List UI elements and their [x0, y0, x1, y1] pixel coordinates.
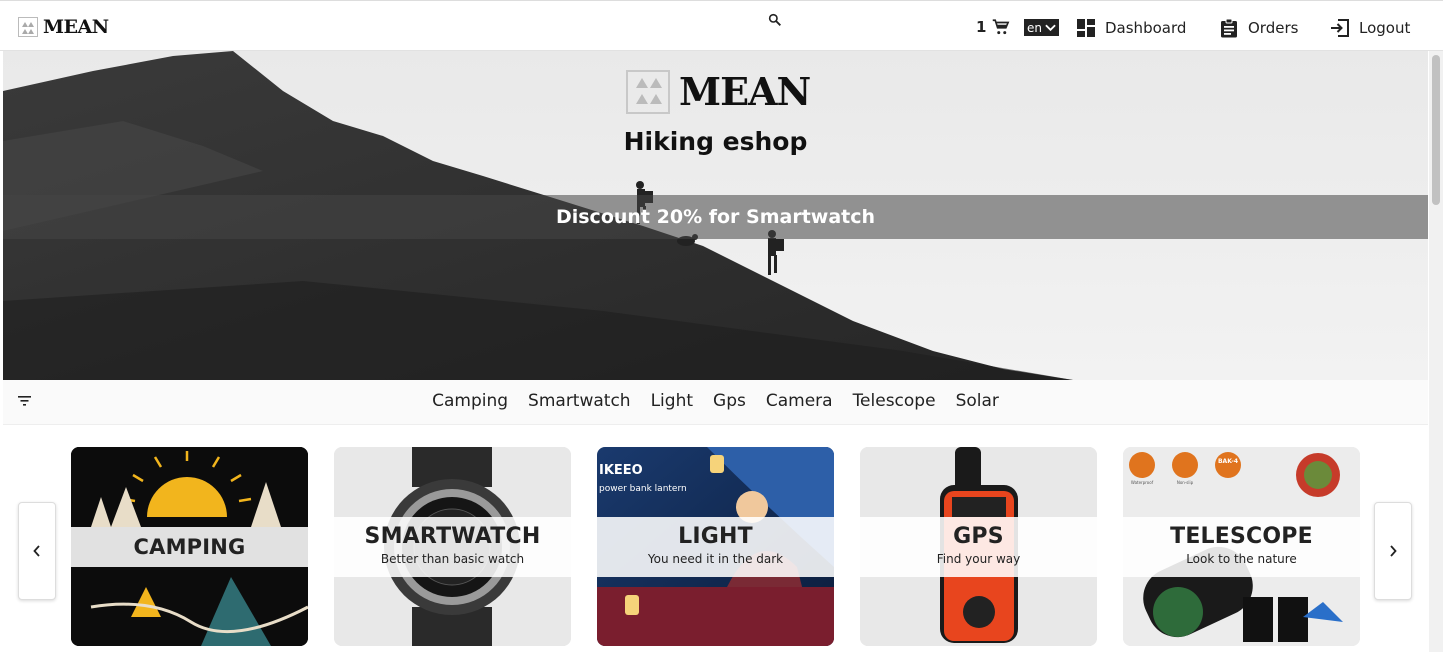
carousel-next-button[interactable] — [1374, 502, 1412, 600]
carousel-prev-button[interactable] — [18, 502, 56, 600]
scrollbar-thumb[interactable] — [1432, 55, 1440, 205]
language-value: en — [1027, 20, 1042, 35]
hero-brand-name: MEAN — [679, 69, 811, 114]
hero-subtitle: Hiking eshop — [623, 127, 808, 156]
category-card-smartwatch[interactable]: SMARTWATCH Better than basic watch — [334, 447, 571, 646]
orders-label: Orders — [1248, 19, 1299, 37]
card-title: LIGHT — [678, 524, 753, 549]
telescope-badge-text: BAK-4 — [1218, 458, 1238, 465]
card-description: Better than basic watch — [380, 552, 525, 566]
logo-icon — [626, 69, 670, 114]
logo-icon — [18, 17, 38, 37]
category-gps[interactable]: Gps — [713, 391, 746, 411]
card-title: TELESCOPE — [1170, 524, 1313, 549]
card-label: GPS Find your way — [860, 517, 1097, 577]
dashboard-label: Dashboard — [1105, 19, 1187, 37]
card-label: LIGHT You need it in the dark — [597, 517, 834, 577]
category-light[interactable]: Light — [651, 391, 693, 411]
card-label: SMARTWATCH Better than basic watch — [334, 517, 571, 577]
dashboard-icon — [1077, 19, 1095, 37]
category-card-light[interactable]: IKEEO power bank lantern LIGHT You need … — [597, 447, 834, 646]
category-solar[interactable]: Solar — [956, 391, 999, 411]
light-caption-text: power bank lantern — [599, 484, 687, 494]
card-description: Find your way — [936, 552, 1021, 566]
discount-banner[interactable]: Discount 20% for Smartwatch — [3, 195, 1428, 239]
search-icon[interactable] — [767, 12, 783, 28]
card-title: GPS — [953, 524, 1004, 549]
language-select[interactable]: en — [1024, 19, 1059, 36]
logout-icon — [1331, 19, 1349, 37]
brand-name: MEAN — [43, 16, 109, 38]
cart-button[interactable]: 1 — [976, 18, 1010, 36]
card-description: You need it in the dark — [647, 552, 784, 566]
card-title: SMARTWATCH — [364, 524, 541, 549]
orders-button[interactable]: Orders — [1219, 18, 1298, 38]
top-toolbar: MEAN 1 en Dashboard Orders Logout — [0, 0, 1443, 51]
card-label: TELESCOPE Look to the nature — [1123, 517, 1360, 577]
brand-logo[interactable]: MEAN — [18, 16, 109, 38]
cart-count: 1 — [976, 18, 987, 36]
category-camping[interactable]: Camping — [432, 391, 508, 411]
light-brand-text: IKEEO — [599, 463, 643, 478]
category-list: Camping Smartwatch Light Gps Camera Tele… — [3, 391, 1428, 411]
chevron-left-icon — [33, 545, 40, 557]
category-card-gps[interactable]: GPS Find your way — [860, 447, 1097, 646]
hero-banner: MEAN Hiking eshop Discount 20% for Smart… — [3, 51, 1428, 380]
dashboard-button[interactable]: Dashboard — [1076, 18, 1186, 38]
category-smartwatch[interactable]: Smartwatch — [528, 391, 631, 411]
card-label: CAMPING — [71, 527, 308, 567]
discount-text: Discount 20% for Smartwatch — [555, 206, 876, 228]
logout-label: Logout — [1359, 19, 1411, 37]
telescope-badge-text: Waterproof — [1131, 480, 1154, 485]
chevron-right-icon — [1390, 545, 1397, 557]
orders-icon — [1221, 18, 1237, 38]
category-bar: Camping Smartwatch Light Gps Camera Tele… — [3, 380, 1428, 425]
category-card-camping[interactable]: CAMPING — [71, 447, 308, 646]
hero-logo: MEAN — [626, 69, 811, 114]
card-title: CAMPING — [133, 535, 246, 559]
card-description: Look to the nature — [1186, 552, 1297, 566]
cart-icon — [993, 19, 1010, 35]
logout-button[interactable]: Logout — [1330, 18, 1410, 38]
chevron-down-icon — [1045, 24, 1056, 31]
category-telescope[interactable]: Telescope — [853, 391, 936, 411]
category-card-telescope[interactable]: BAK-4 Waterproof Non-slip TELESCOPE Look… — [1123, 447, 1360, 646]
category-camera[interactable]: Camera — [766, 391, 833, 411]
telescope-badge-text: Non-slip — [1177, 480, 1194, 485]
